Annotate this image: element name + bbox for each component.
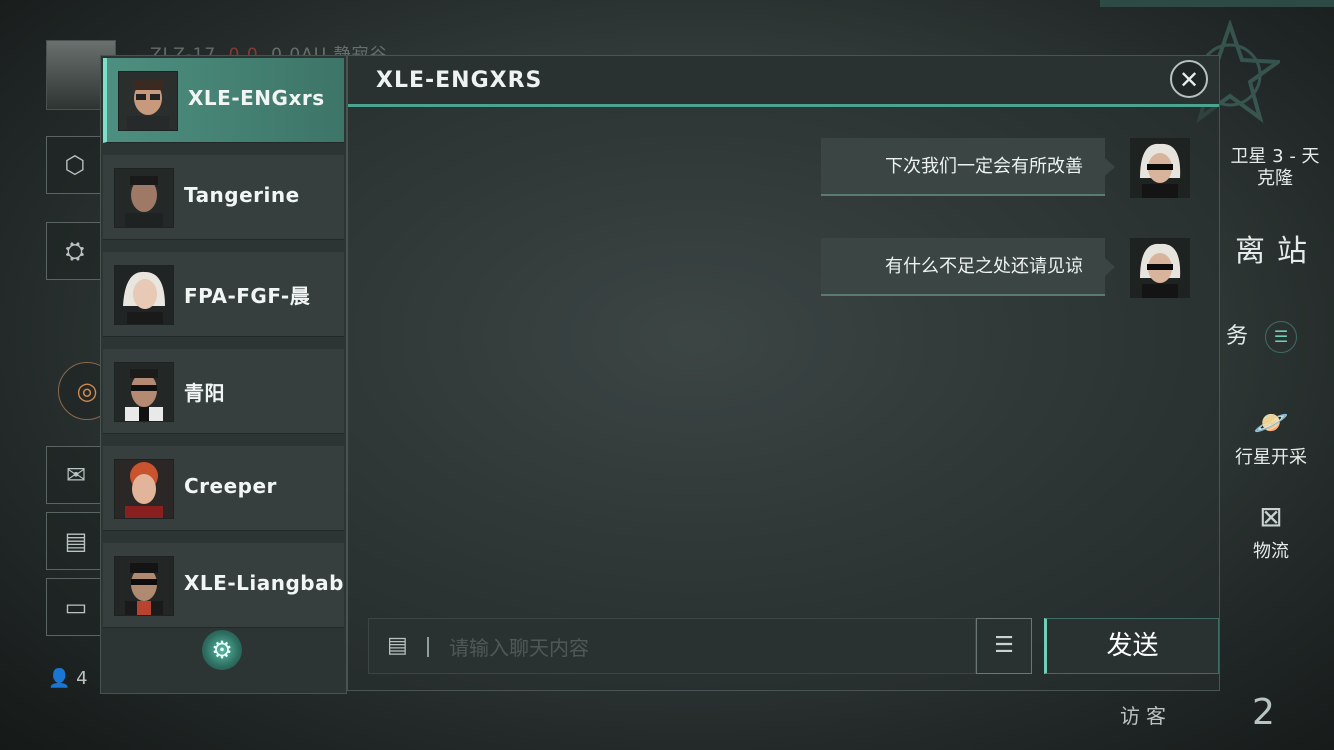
mining-label: 行星开采 bbox=[1235, 447, 1307, 468]
contact-name: Creeper bbox=[184, 474, 277, 498]
mission-label: 务 bbox=[1226, 324, 1249, 349]
chat-title: XLE-ENGXRS bbox=[376, 68, 543, 93]
settings-button[interactable]: ⚙ bbox=[202, 630, 242, 670]
contact-item-fpa-fgf[interactable]: FPA-FGF-晨 bbox=[103, 252, 344, 337]
keyboard-icon[interactable]: ▤ bbox=[387, 633, 411, 661]
sender-avatar[interactable] bbox=[1130, 238, 1190, 298]
logistics-label: 物流 bbox=[1253, 541, 1289, 562]
contact-item-xle-engxrs[interactable]: XLE-ENGxrs bbox=[103, 58, 344, 143]
close-button[interactable]: ✕ bbox=[1170, 60, 1208, 98]
chat-bubble-icon[interactable]: ▭ bbox=[46, 578, 106, 636]
send-button[interactable]: 发送 bbox=[1044, 618, 1219, 674]
planet-icon: 🪐 bbox=[1253, 406, 1289, 439]
message-bubble: 有什么不足之处还请见谅 bbox=[821, 238, 1115, 296]
online-count-value: 4 bbox=[76, 668, 88, 689]
visitor-count: 2 bbox=[1252, 692, 1275, 733]
contact-avatar bbox=[118, 71, 178, 131]
contact-item-xle-liangbab[interactable]: XLE-Liangbab bbox=[103, 543, 344, 628]
mission-button[interactable]: 务 ☰ bbox=[1226, 318, 1326, 353]
planetary-mining-button[interactable]: 🪐 行星开采 bbox=[1226, 406, 1316, 469]
undock-button[interactable]: 离站 bbox=[1222, 226, 1332, 270]
online-count: 👤 4 bbox=[48, 668, 88, 689]
contact-avatar bbox=[114, 459, 174, 519]
logistics-icon: ⊠ bbox=[1259, 500, 1283, 533]
visitor-label: 访客 bbox=[1120, 704, 1172, 728]
contact-avatar bbox=[114, 556, 174, 616]
chat-message: 下次我们一定会有所改善 bbox=[821, 138, 1193, 198]
contacts-panel: XLE-ENGxrs Tangerine FPA-FGF-晨 青阳 Creepe… bbox=[100, 55, 347, 694]
chat-message: 有什么不足之处还请见谅 bbox=[821, 238, 1193, 298]
contact-name: Tangerine bbox=[184, 183, 300, 207]
message-bubble: 下次我们一定会有所改善 bbox=[821, 138, 1115, 196]
contact-name: 青阳 bbox=[184, 381, 225, 405]
contact-item-creeper[interactable]: Creeper bbox=[103, 446, 344, 531]
station-location-label: 卫星 3 - 天 克隆 bbox=[1230, 146, 1320, 189]
menu-icon: ☰ bbox=[994, 633, 1014, 658]
mail-icon[interactable]: ✉ bbox=[46, 446, 106, 504]
terminal-icon[interactable]: ▤ bbox=[46, 512, 106, 570]
clone-bay-icon[interactable]: ⛭ bbox=[46, 222, 104, 280]
input-divider bbox=[427, 637, 429, 657]
chat-window: XLE-ENGXRS ✕ 下次我们一定会有所改善 有什么不足之处还请见谅 ▤ ☰… bbox=[347, 55, 1220, 691]
top-right-bar bbox=[1100, 0, 1334, 7]
sender-avatar[interactable] bbox=[1130, 138, 1190, 198]
contact-item-tangerine[interactable]: Tangerine bbox=[103, 155, 344, 240]
contact-name: XLE-ENGxrs bbox=[188, 86, 325, 110]
chat-header: XLE-ENGXRS ✕ bbox=[348, 56, 1219, 107]
gear-icon: ⚙ bbox=[211, 636, 233, 664]
menu-icon[interactable]: ☰ bbox=[1265, 321, 1298, 353]
contact-avatar bbox=[114, 168, 174, 228]
quick-menu-button[interactable]: ☰ bbox=[976, 618, 1032, 674]
close-icon: ✕ bbox=[1178, 66, 1200, 94]
contact-name: XLE-Liangbab bbox=[184, 571, 344, 595]
logistics-button[interactable]: ⊠ 物流 bbox=[1236, 500, 1306, 563]
cargo-cube-icon[interactable]: ⬡ bbox=[46, 136, 104, 194]
user-icon: 👤 bbox=[48, 668, 71, 689]
contact-avatar bbox=[114, 362, 174, 422]
contact-item-qingyang[interactable]: 青阳 bbox=[103, 349, 344, 434]
chat-input[interactable] bbox=[447, 629, 971, 667]
contact-name: FPA-FGF-晨 bbox=[184, 284, 311, 308]
contact-avatar bbox=[114, 265, 174, 325]
chat-input-bar: ▤ bbox=[368, 618, 976, 674]
